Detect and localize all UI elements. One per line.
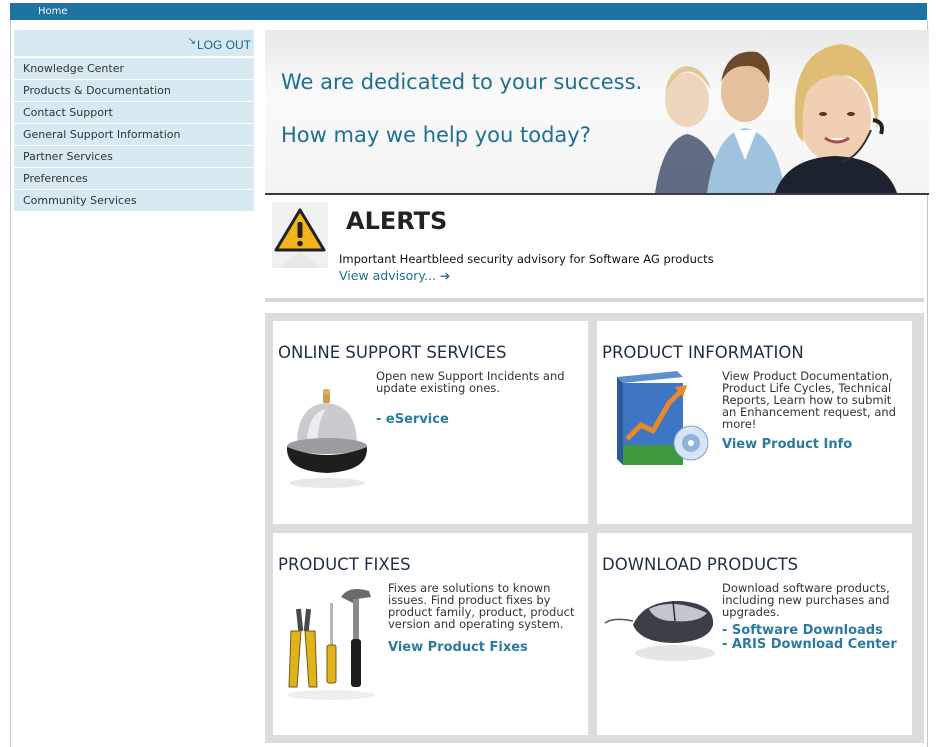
product-information-panel: PRODUCT INFORMATION View Product Documen… [597, 321, 912, 524]
product-fixes-description: Fixes are solutions to known issues. Fin… [388, 581, 575, 631]
banner-underline [265, 193, 929, 195]
logout-label: LOG OUT [196, 38, 251, 52]
download-products-panel: DOWNLOAD PRODUCTS Download software prod… [597, 533, 912, 735]
view-advisory-link[interactable]: View advisory... ➔ [339, 268, 450, 283]
home-link[interactable]: Home [38, 6, 68, 17]
sidebar-item-preferences[interactable]: Preferences [14, 167, 254, 189]
sidebar-item-general-support-information[interactable]: General Support Information [14, 123, 254, 145]
alerts-heading: ALERTS [346, 207, 448, 235]
warning-icon [272, 202, 328, 268]
view-product-info-link[interactable]: View Product Info [722, 437, 852, 452]
hero-banner: We are dedicated to your success. How ma… [265, 30, 929, 193]
online-support-panel: ONLINE SUPPORT SERVICES Open new Support… [273, 321, 588, 524]
sidebar-item-contact-support[interactable]: Contact Support [14, 101, 254, 123]
top-nav-bar: Home [10, 3, 927, 20]
banner-headline: We are dedicated to your success. [281, 70, 643, 94]
download-products-title: DOWNLOAD PRODUCTS [602, 555, 799, 574]
computer-mouse-icon [604, 600, 715, 661]
software-box-icon [617, 371, 709, 465]
page-frame-left [10, 20, 11, 747]
sidebar-item-partner-services[interactable]: Partner Services [14, 145, 254, 167]
support-team-photo [655, 44, 897, 193]
alert-message: Important Heartbleed security advisory f… [339, 252, 714, 266]
sidebar: ↘LOG OUT Knowledge Center Products & Doc… [14, 30, 254, 211]
aris-download-center-link[interactable]: - ARIS Download Center [722, 637, 897, 652]
banner-subheadline: How may we help you today? [281, 123, 591, 147]
software-downloads-link[interactable]: - Software Downloads [722, 623, 883, 638]
tools-icon [287, 589, 375, 700]
services-grid: ONLINE SUPPORT SERVICES Open new Support… [265, 313, 924, 743]
service-bell-icon [287, 389, 367, 488]
view-product-fixes-link[interactable]: View Product Fixes [388, 640, 528, 655]
product-fixes-panel: PRODUCT FIXES Fixes are solutions to kno… [273, 533, 588, 735]
online-support-description: Open new Support Incidents and update ex… [376, 369, 565, 395]
eservice-link[interactable]: - eService [376, 412, 449, 427]
product-fixes-title: PRODUCT FIXES [278, 555, 411, 574]
sidebar-item-products-documentation[interactable]: Products & Documentation [14, 79, 254, 101]
sidebar-item-community-services[interactable]: Community Services [14, 189, 254, 211]
sidebar-item-knowledge-center[interactable]: Knowledge Center [14, 57, 254, 79]
section-divider [265, 298, 924, 302]
online-support-title: ONLINE SUPPORT SERVICES [278, 343, 507, 362]
product-information-description: View Product Documentation, Product Life… [722, 369, 896, 431]
logout-container: ↘LOG OUT [14, 30, 254, 57]
logout-arrow-icon: ↘ [187, 36, 196, 47]
logout-link[interactable]: ↘LOG OUT [187, 36, 251, 52]
product-information-title: PRODUCT INFORMATION [602, 343, 804, 362]
download-products-description: Download software products, including ne… [722, 581, 890, 619]
